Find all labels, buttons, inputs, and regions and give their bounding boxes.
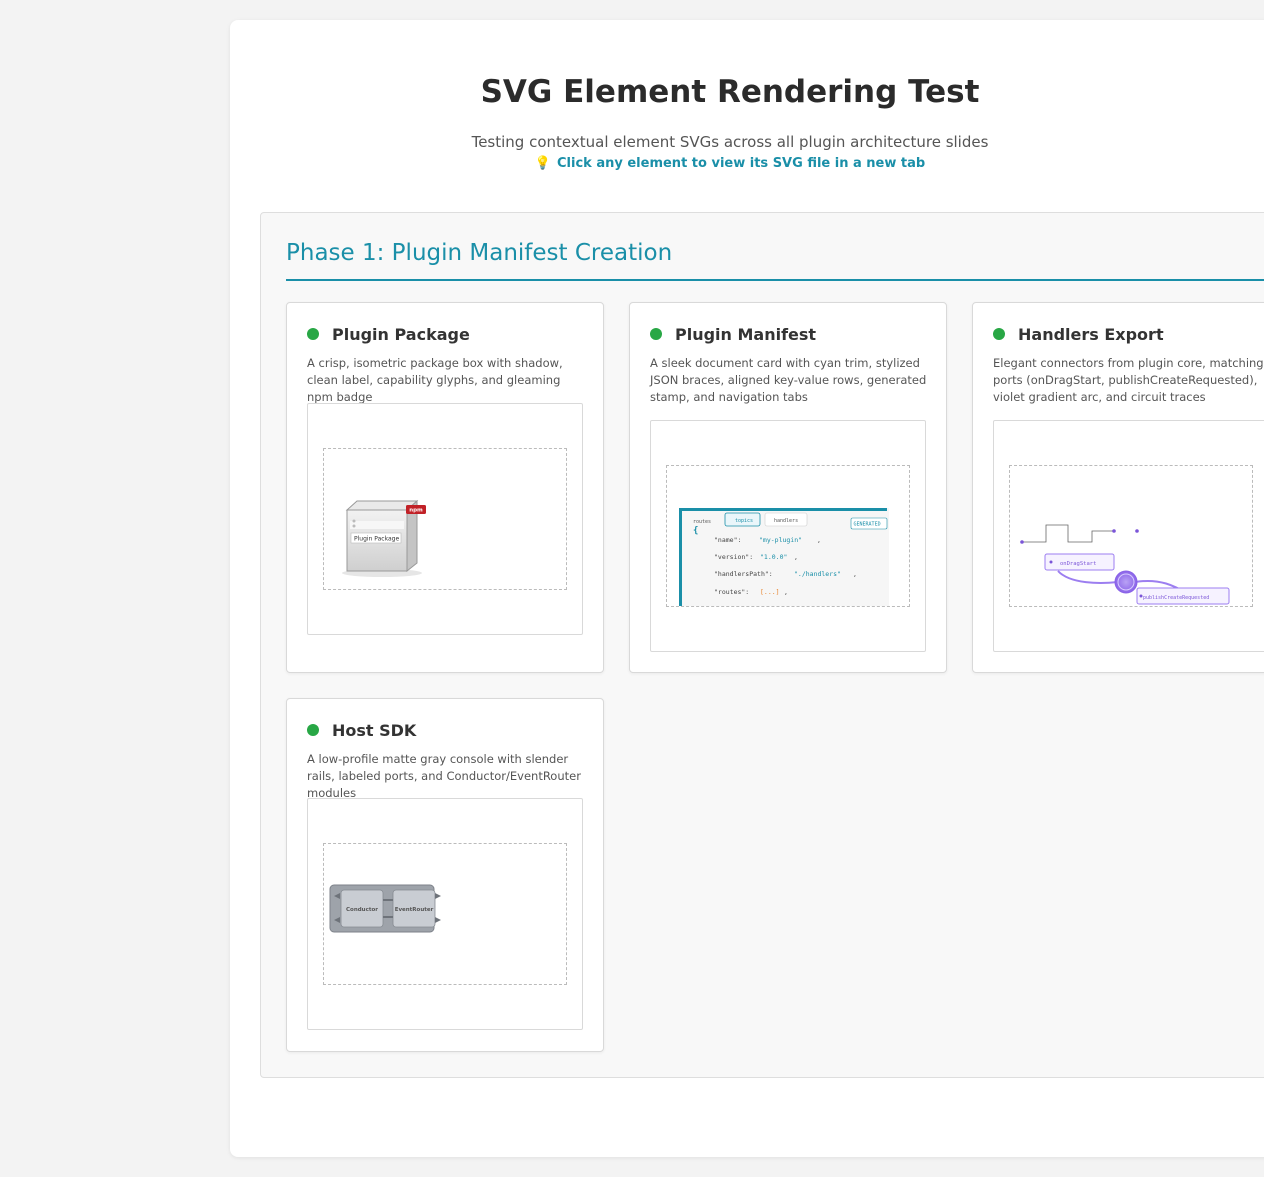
element-description: Elegant connectors from plugin core, mat… <box>993 356 1264 404</box>
element-name: Host SDK <box>332 721 417 740</box>
status-dot <box>650 328 662 340</box>
element-name: Plugin Manifest <box>675 325 817 344</box>
element-description: A low-profile matte gray console with sl… <box>307 752 581 800</box>
status-dot <box>307 328 319 340</box>
json-value: "./handlers" <box>794 570 841 578</box>
host-sdk-svg: Conductor EventRouter <box>329 884 441 933</box>
npm-badge: npm <box>409 508 423 514</box>
status-dot <box>307 724 319 736</box>
handlers-export-svg: onDragStart publishCreateRequested <box>1020 524 1230 605</box>
json-key: "version": <box>714 553 753 561</box>
json-comma: , <box>817 536 821 544</box>
tab-routes: routes <box>693 519 711 525</box>
json-value: "1.0.0" <box>760 553 787 561</box>
click-hint-text: Click any element to view its SVG file i… <box>557 156 926 171</box>
package-label: Plugin Package <box>354 536 399 543</box>
json-value: [...] <box>760 588 780 596</box>
module-conductor: Conductor <box>346 907 378 913</box>
tab-handlers: handlers <box>774 518 798 524</box>
generated-stamp: GENERATED <box>854 522 881 528</box>
json-comma: , <box>794 553 798 561</box>
port-publishcreaterequested: publishCreateRequested <box>1143 595 1209 601</box>
port-ondragstart: onDragStart <box>1060 561 1096 567</box>
json-value: "my-plugin" <box>759 536 802 544</box>
element-card-plugin-manifest[interactable]: Plugin Manifest A sleek document card wi… <box>629 302 947 673</box>
svg-frame: Conductor EventRouter <box>323 843 567 985</box>
phase-title: Phase 1: Plugin Manifest Creation <box>286 240 673 266</box>
page-subtitle: Testing contextual element SVGs across a… <box>471 133 989 151</box>
element-name: Plugin Package <box>332 325 470 344</box>
module-eventrouter: EventRouter <box>395 907 434 913</box>
lightbulb-icon: 💡 <box>534 156 551 171</box>
svg-preview[interactable]: Plugin Package npm <box>307 403 583 635</box>
tab-topics: topics <box>735 518 753 524</box>
element-card-host-sdk[interactable]: Host SDK A low-profile matte gray consol… <box>286 698 604 1052</box>
phase-divider <box>286 279 1264 281</box>
svg-frame: Plugin Package npm <box>323 448 567 590</box>
json-key: "handlersPath": <box>714 570 773 578</box>
click-hint: 💡 Click any element to view its SVG file … <box>0 156 1264 171</box>
element-card-plugin-package[interactable]: Plugin Package A crisp, isometric packag… <box>286 302 604 673</box>
svg-frame: onDragStart publishCreateRequested <box>1009 465 1253 607</box>
plugin-package-svg: Plugin Package npm <box>342 499 426 577</box>
json-key: "name": <box>714 536 741 544</box>
element-name: Handlers Export <box>1018 325 1164 344</box>
json-comma: , <box>853 570 857 578</box>
page-title: SVG Element Rendering Test <box>480 74 980 110</box>
json-brace: { <box>693 526 698 536</box>
svg-frame: routes topics handlers GENERATED { "name… <box>666 465 910 607</box>
element-card-handlers-export[interactable]: Handlers Export Elegant connectors from … <box>972 302 1264 673</box>
status-dot <box>993 328 1005 340</box>
element-description: A crisp, isometric package box with shad… <box>307 356 563 404</box>
element-description: A sleek document card with cyan trim, st… <box>650 356 927 404</box>
json-comma: , <box>784 588 788 596</box>
plugin-manifest-svg: routes topics handlers GENERATED { "name… <box>679 508 889 606</box>
svg-preview[interactable]: Conductor EventRouter <box>307 798 583 1030</box>
json-key: "routes": <box>714 588 749 596</box>
svg-preview[interactable]: routes topics handlers GENERATED { "name… <box>650 420 926 652</box>
svg-preview[interactable]: onDragStart publishCreateRequested <box>993 420 1264 652</box>
